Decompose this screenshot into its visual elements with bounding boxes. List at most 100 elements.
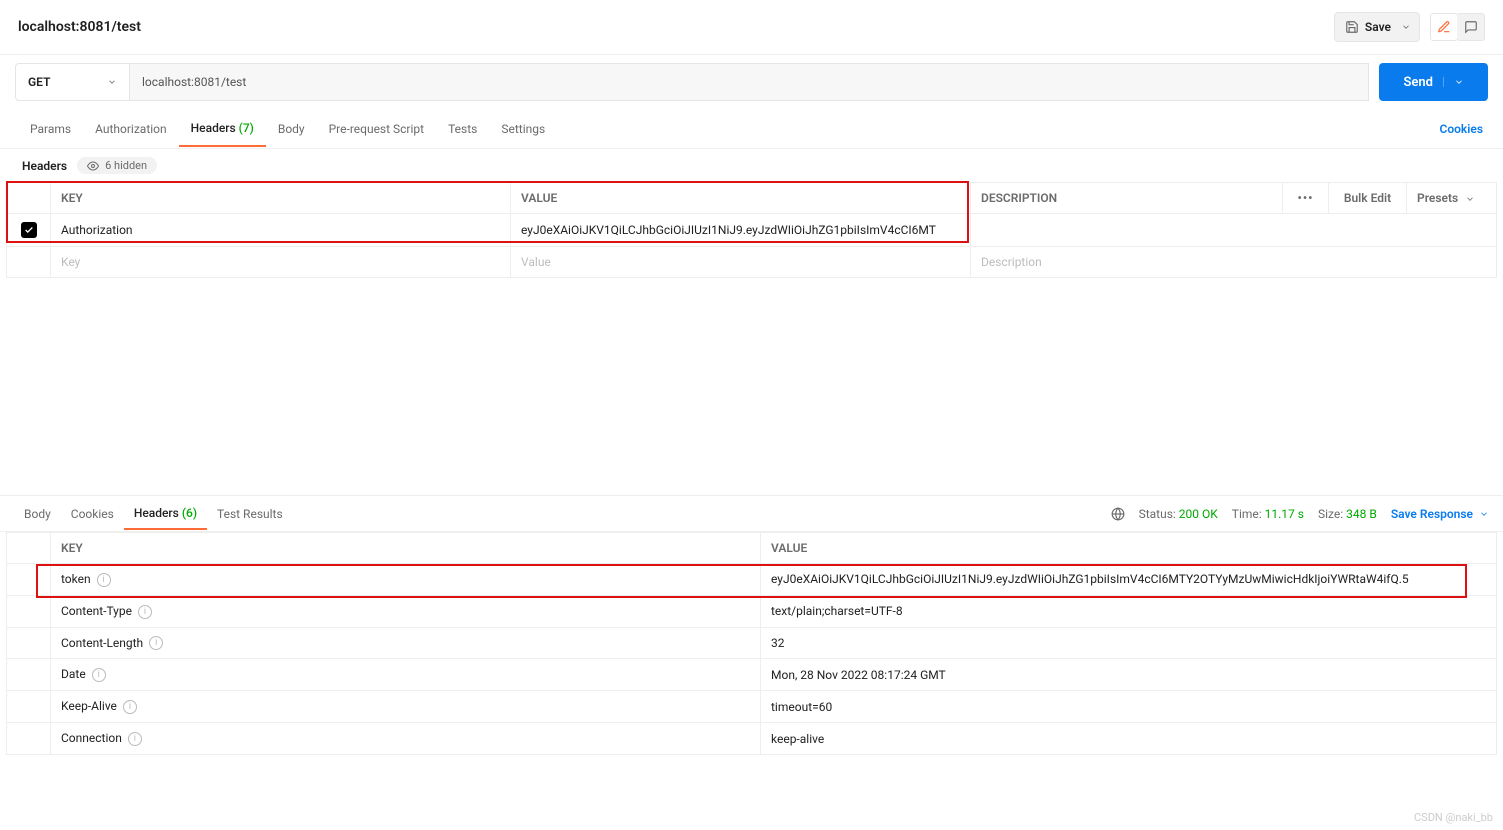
tab-authorization[interactable]: Authorization (83, 112, 179, 146)
tab-headers[interactable]: Headers (7) (179, 111, 266, 147)
resp-header-value: Mon, 28 Nov 2022 08:17:24 GMT (761, 659, 1497, 691)
info-icon[interactable]: i (92, 668, 106, 682)
response-tab-bar: Body Cookies Headers (6) Test Results St… (0, 496, 1503, 532)
resp-header-key: Keep-Alive (61, 699, 117, 713)
request-tab-bar: Params Authorization Headers (7) Body Pr… (0, 109, 1503, 149)
col-key: KEY (51, 183, 511, 214)
save-icon (1345, 20, 1359, 34)
tab-tests[interactable]: Tests (436, 112, 489, 146)
http-method-select[interactable]: GET (15, 63, 130, 101)
comment-button[interactable] (1457, 13, 1485, 41)
save-response-label: Save Response (1391, 507, 1473, 521)
url-value: localhost:8081/test (142, 75, 246, 89)
tab-settings[interactable]: Settings (489, 112, 557, 146)
table-row: Keep-Alive i timeout=60 (7, 691, 1497, 723)
header-value-cell[interactable]: eyJ0eXAiOiJKV1QiLCJhbGciOiJIUzI1NiJ9.eyJ… (511, 214, 971, 247)
response-panel: Body Cookies Headers (6) Test Results St… (0, 495, 1503, 800)
col-value: VALUE (761, 533, 1497, 564)
resp-tab-body[interactable]: Body (14, 499, 61, 529)
table-row: tokeni eyJ0eXAiOiJKV1QiLCJhbGciOiJIUzI1N… (7, 564, 1497, 596)
save-dropdown-button[interactable] (1392, 12, 1420, 42)
status-block: Status: 200 OK (1139, 507, 1218, 521)
col-description: DESCRIPTION (971, 183, 1283, 214)
edit-button[interactable] (1430, 13, 1458, 41)
chevron-down-icon (1401, 22, 1411, 32)
table-header-row: KEY VALUE (7, 533, 1497, 564)
chevron-down-icon (107, 77, 117, 87)
resp-header-value: timeout=60 (761, 691, 1497, 723)
send-button-label: Send (1403, 75, 1433, 90)
chevron-down-icon (1443, 77, 1464, 87)
watermark: CSDN @naki_bb (1414, 811, 1493, 824)
header-value-placeholder[interactable]: Value (511, 247, 971, 278)
table-row: Content-Type i text/plain;charset=UTF-8 (7, 595, 1497, 627)
http-method-value: GET (28, 75, 50, 89)
size-label: Size: (1318, 507, 1343, 521)
title-bar: localhost:8081/test Save (0, 0, 1503, 55)
info-icon[interactable]: i (149, 636, 163, 650)
url-input[interactable]: localhost:8081/test (130, 63, 1369, 101)
bulk-edit-button[interactable]: Bulk Edit (1329, 183, 1407, 214)
resp-tab-cookies[interactable]: Cookies (61, 499, 124, 529)
eye-icon (87, 160, 99, 172)
time-block: Time: 11.17 s (1232, 507, 1304, 521)
pencil-icon (1437, 20, 1451, 34)
response-status-bar: Status: 200 OK Time: 11.17 s Size: 348 B… (1111, 507, 1489, 521)
resp-tab-headers-label: Headers (134, 506, 179, 520)
header-key-placeholder[interactable]: Key (51, 247, 511, 278)
resp-header-key: Content-Length (61, 636, 143, 650)
header-desc-placeholder[interactable]: Description (971, 247, 1497, 278)
headers-label: Headers (22, 159, 67, 173)
request-url-row: GET localhost:8081/test Send (0, 55, 1503, 109)
resp-header-value: text/plain;charset=UTF-8 (761, 595, 1497, 627)
save-button-label: Save (1365, 20, 1391, 34)
header-desc-cell[interactable] (971, 214, 1497, 247)
hidden-headers-toggle[interactable]: 6 hidden (77, 157, 157, 174)
comment-icon (1464, 20, 1478, 34)
info-icon[interactable]: i (128, 732, 142, 746)
edit-comment-group (1430, 13, 1485, 41)
resp-header-value: 32 (761, 627, 1497, 659)
time-value: 11.17 s (1265, 507, 1304, 521)
table-header-row: KEY VALUE DESCRIPTION ••• Bulk Edit Pres… (7, 183, 1497, 214)
tab-headers-label: Headers (191, 121, 236, 135)
info-icon[interactable]: i (97, 573, 111, 587)
info-icon[interactable]: i (123, 700, 137, 714)
chevron-down-icon (1465, 194, 1475, 204)
resp-header-key: Connection (61, 731, 122, 745)
table-row: Content-Length i 32 (7, 627, 1497, 659)
table-row: Datei Mon, 28 Nov 2022 08:17:24 GMT (7, 659, 1497, 691)
headers-subheader: Headers 6 hidden (0, 149, 1503, 182)
resp-tab-headers[interactable]: Headers (6) (124, 498, 207, 530)
time-label: Time: (1232, 507, 1262, 521)
presets-button[interactable]: Presets (1407, 183, 1497, 214)
hidden-headers-label: 6 hidden (105, 159, 147, 172)
chevron-down-icon (1479, 509, 1489, 519)
resp-header-key: token (61, 572, 91, 586)
presets-label: Presets (1417, 191, 1458, 205)
globe-icon (1111, 507, 1125, 521)
resp-header-value: eyJ0eXAiOiJKV1QiLCJhbGciOiJIUzI1NiJ9.eyJ… (761, 564, 1497, 596)
resp-header-key: Content-Type (61, 604, 132, 618)
save-response-button[interactable]: Save Response (1391, 507, 1489, 521)
table-row[interactable]: Authorization eyJ0eXAiOiJKV1QiLCJhbGciOi… (7, 214, 1497, 247)
row-enabled-checkbox[interactable] (21, 222, 37, 238)
send-button[interactable]: Send (1379, 63, 1488, 101)
tab-prerequest[interactable]: Pre-request Script (317, 112, 436, 146)
tab-params[interactable]: Params (18, 112, 83, 146)
status-value: 200 OK (1179, 507, 1218, 521)
status-label: Status: (1139, 507, 1176, 521)
resp-header-key: Date (61, 667, 86, 681)
info-icon[interactable]: i (138, 605, 152, 619)
more-options-button[interactable]: ••• (1283, 183, 1329, 214)
request-headers-table: KEY VALUE DESCRIPTION ••• Bulk Edit Pres… (6, 182, 1497, 278)
cookies-link[interactable]: Cookies (1439, 122, 1483, 136)
table-row-new[interactable]: Key Value Description (7, 247, 1497, 278)
col-value: VALUE (511, 183, 971, 214)
resp-tab-test-results[interactable]: Test Results (207, 499, 293, 529)
response-headers-table: KEY VALUE tokeni eyJ0eXAiOiJKV1QiLCJhbGc… (6, 532, 1497, 755)
tab-body[interactable]: Body (266, 112, 317, 146)
title-bar-actions: Save (1334, 12, 1485, 42)
size-block: Size: 348 B (1318, 507, 1377, 521)
header-key-cell[interactable]: Authorization (51, 214, 511, 247)
